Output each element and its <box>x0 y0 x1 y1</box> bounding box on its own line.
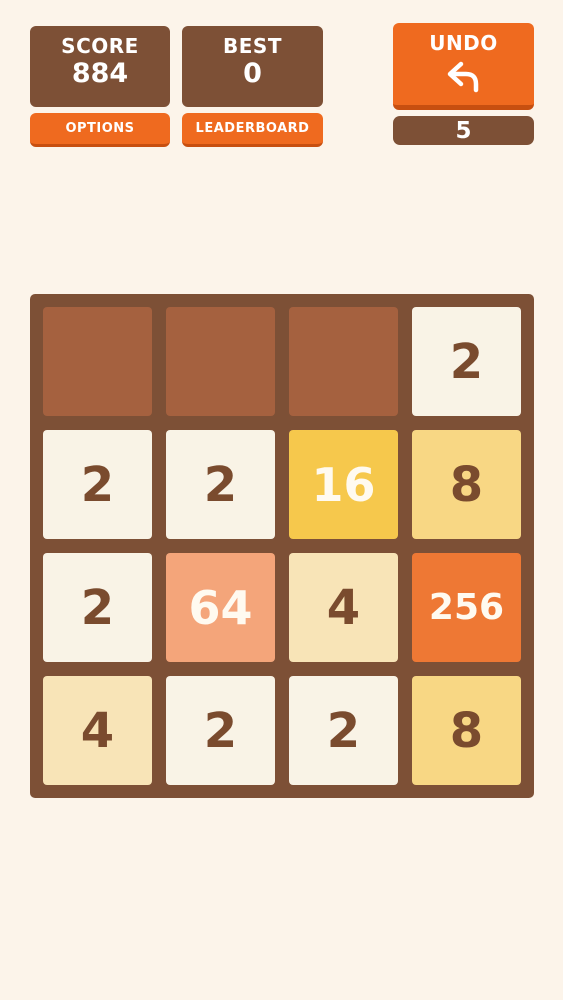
tile: 2 <box>289 676 398 785</box>
game-board[interactable]: 2 2 2 16 8 2 64 4 256 4 2 2 8 <box>30 294 534 798</box>
tile: 16 <box>289 430 398 539</box>
empty-cell <box>289 307 398 416</box>
empty-cell <box>166 307 275 416</box>
best-value: 0 <box>243 58 262 89</box>
tile: 4 <box>289 553 398 662</box>
tile: 64 <box>166 553 275 662</box>
tile: 2 <box>166 676 275 785</box>
tile: 8 <box>412 430 521 539</box>
undo-count: 5 <box>393 116 534 145</box>
tile: 8 <box>412 676 521 785</box>
undo-arrow-icon <box>447 61 478 93</box>
score-box: SCORE 884 <box>30 26 170 107</box>
empty-cell <box>43 307 152 416</box>
best-label: BEST <box>223 34 282 58</box>
undo-button[interactable]: UNDO <box>393 23 534 110</box>
leaderboard-button[interactable]: LEADERBOARD <box>182 113 323 147</box>
options-button[interactable]: OPTIONS <box>30 113 170 147</box>
tile: 2 <box>43 430 152 539</box>
score-value: 884 <box>71 58 129 89</box>
tile: 256 <box>412 553 521 662</box>
score-label: SCORE <box>61 34 139 58</box>
tile: 2 <box>166 430 275 539</box>
undo-label: UNDO <box>429 31 498 55</box>
tile: 4 <box>43 676 152 785</box>
tile: 2 <box>412 307 521 416</box>
tile: 2 <box>43 553 152 662</box>
best-box: BEST 0 <box>182 26 323 107</box>
